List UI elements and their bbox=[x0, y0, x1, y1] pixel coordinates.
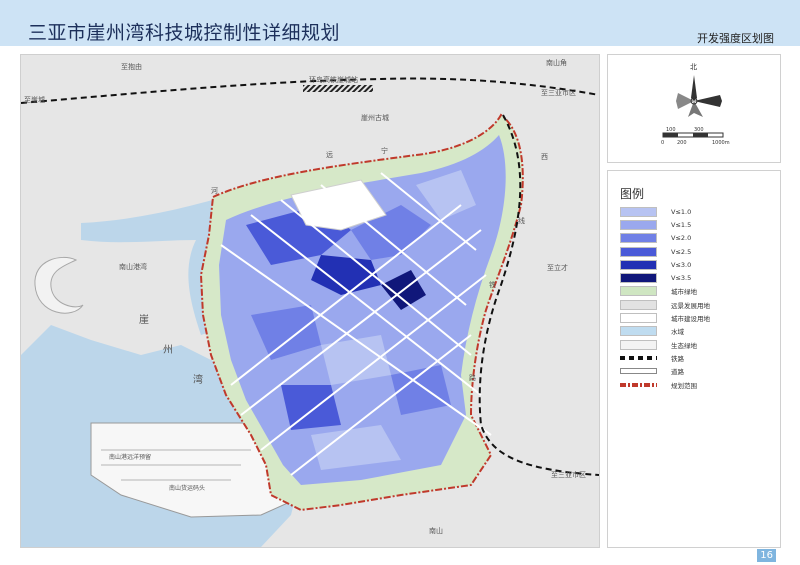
north-label: 北 bbox=[690, 63, 697, 71]
legend-title: 图例 bbox=[620, 187, 645, 201]
label-nanshan-river: 南山港湾 bbox=[119, 262, 147, 271]
legend-list: V≤1.0 V≤1.5 V≤2.0 V≤2.5 V≤3.0 V≤3.5 城市绿地远景发展用地… bbox=[620, 205, 770, 391]
label-tie: 铁 bbox=[489, 280, 496, 289]
label-lu: 路 bbox=[469, 373, 476, 382]
legend-swatch bbox=[620, 233, 657, 244]
legend-swatch bbox=[620, 219, 657, 230]
label-he: 河 bbox=[211, 187, 218, 195]
legend-swatch bbox=[620, 206, 657, 217]
legend-swatch bbox=[620, 246, 657, 257]
label-xi: 西 bbox=[541, 153, 548, 161]
page-number: 16 bbox=[757, 549, 776, 562]
label-bay-zhou: 州 bbox=[163, 344, 173, 356]
label-nanshan-jiao: 南山角 bbox=[546, 58, 567, 67]
label-xian: 线 bbox=[518, 216, 525, 225]
legend-swatch bbox=[620, 313, 657, 324]
legend-item: 城市建设用地 bbox=[620, 311, 770, 324]
scale-label-1000: 1000m bbox=[712, 140, 730, 146]
legend-label: V≤2.5 bbox=[671, 247, 692, 256]
legend-label: V≤1.0 bbox=[671, 207, 692, 216]
legend-item: 铁路 bbox=[620, 351, 770, 364]
label-yuan: 远 bbox=[326, 151, 333, 159]
station-block bbox=[303, 85, 373, 92]
label-nanshan: 南山 bbox=[429, 526, 443, 535]
scale-label-200: 200 bbox=[677, 140, 687, 146]
label-zhisanya-s: 至三亚市区 bbox=[551, 470, 586, 479]
legend-label: V≤3.0 bbox=[671, 260, 692, 269]
label-old-town: 崖州古城 bbox=[361, 113, 389, 122]
legend-item: 水域 bbox=[620, 325, 770, 338]
legend-swatch bbox=[620, 273, 657, 284]
legend-item: V≤2.0 bbox=[620, 232, 770, 245]
label-zhili: 至立才 bbox=[547, 263, 568, 272]
legend-label: 水域 bbox=[671, 328, 684, 337]
label-zhiyacheng: 至崖城 bbox=[24, 96, 45, 104]
label-bay-ya: 崖 bbox=[139, 314, 149, 326]
compass-svg: 北 100 300 0 200 1000m bbox=[661, 63, 730, 146]
legend-item: V≤3.0 bbox=[620, 258, 770, 271]
label-nanshan-port: 南山港远洋预留 bbox=[109, 453, 151, 461]
legend-item: 生态绿地 bbox=[620, 338, 770, 351]
map-canvas: 至抱由 至崖城 至三亚市区 至立才 至三亚市区 环岛高铁崖城站 崖州古城 南山角… bbox=[20, 54, 600, 548]
header-band: 三亚市崖州湾科技城控制性详细规划 开发强度区划图 bbox=[0, 0, 800, 46]
legend-label: V≤3.5 bbox=[671, 274, 692, 283]
label-bay-wan: 湾 bbox=[193, 373, 203, 386]
page-title: 三亚市崖州湾科技城控制性详细规划 bbox=[28, 22, 341, 44]
label-zhibao: 至抱由 bbox=[121, 62, 142, 71]
legend-swatch bbox=[620, 259, 657, 270]
legend-swatch bbox=[620, 355, 657, 360]
legend-label: 远景发展用地 bbox=[671, 301, 710, 310]
scale-bar: 100 300 0 200 1000m bbox=[661, 127, 730, 146]
legend-item: 规划范围 bbox=[620, 378, 770, 391]
wind-rose-icon bbox=[676, 75, 722, 117]
label-station: 环岛高铁崖城站 bbox=[309, 75, 358, 84]
legend-label: V≤1.5 bbox=[671, 220, 692, 229]
legend-label: V≤2.0 bbox=[671, 234, 692, 243]
legend-swatch bbox=[620, 382, 657, 387]
legend-label: 道路 bbox=[671, 368, 684, 377]
legend-label: 生态绿地 bbox=[671, 341, 697, 350]
legend-item: V≤1.5 bbox=[620, 218, 770, 231]
legend-swatch bbox=[620, 339, 657, 350]
legend-panel: 图例 V≤1.0 V≤1.5 V≤2.0 V≤2.5 V≤3.0 V≤3.5 城市绿地远景发… bbox=[607, 170, 781, 548]
scale-label-300: 300 bbox=[694, 127, 704, 133]
legend-label: 城市绿地 bbox=[671, 288, 697, 297]
legend-item: V≤3.5 bbox=[620, 271, 770, 284]
label-nanshan-terminal: 南山货运码头 bbox=[169, 484, 205, 492]
map-subtitle: 开发强度区划图 bbox=[697, 32, 774, 45]
scale-label-100: 100 bbox=[666, 127, 676, 133]
legend-swatch bbox=[620, 286, 657, 297]
legend-item: V≤1.0 bbox=[620, 205, 770, 218]
legend-swatch bbox=[620, 368, 657, 375]
compass-panel: 北 100 300 0 200 1000m bbox=[607, 54, 781, 163]
legend-item: V≤2.5 bbox=[620, 245, 770, 258]
scale-label-0: 0 bbox=[661, 140, 664, 146]
label-ning: 宁 bbox=[381, 146, 388, 155]
block-high-2 bbox=[281, 385, 341, 430]
legend-label: 规划范围 bbox=[671, 381, 697, 390]
map-svg: 至抱由 至崖城 至三亚市区 至立才 至三亚市区 环岛高铁崖城站 崖州古城 南山角… bbox=[21, 55, 599, 547]
legend-label: 城市建设用地 bbox=[671, 315, 710, 324]
legend-item: 城市绿地 bbox=[620, 285, 770, 298]
legend-item: 道路 bbox=[620, 365, 770, 378]
legend-item: 远景发展用地 bbox=[620, 298, 770, 311]
legend-label: 铁路 bbox=[671, 354, 684, 363]
label-zhisanya-n: 至三亚市区 bbox=[541, 88, 576, 97]
legend-swatch bbox=[620, 299, 657, 310]
legend-swatch bbox=[620, 326, 657, 337]
